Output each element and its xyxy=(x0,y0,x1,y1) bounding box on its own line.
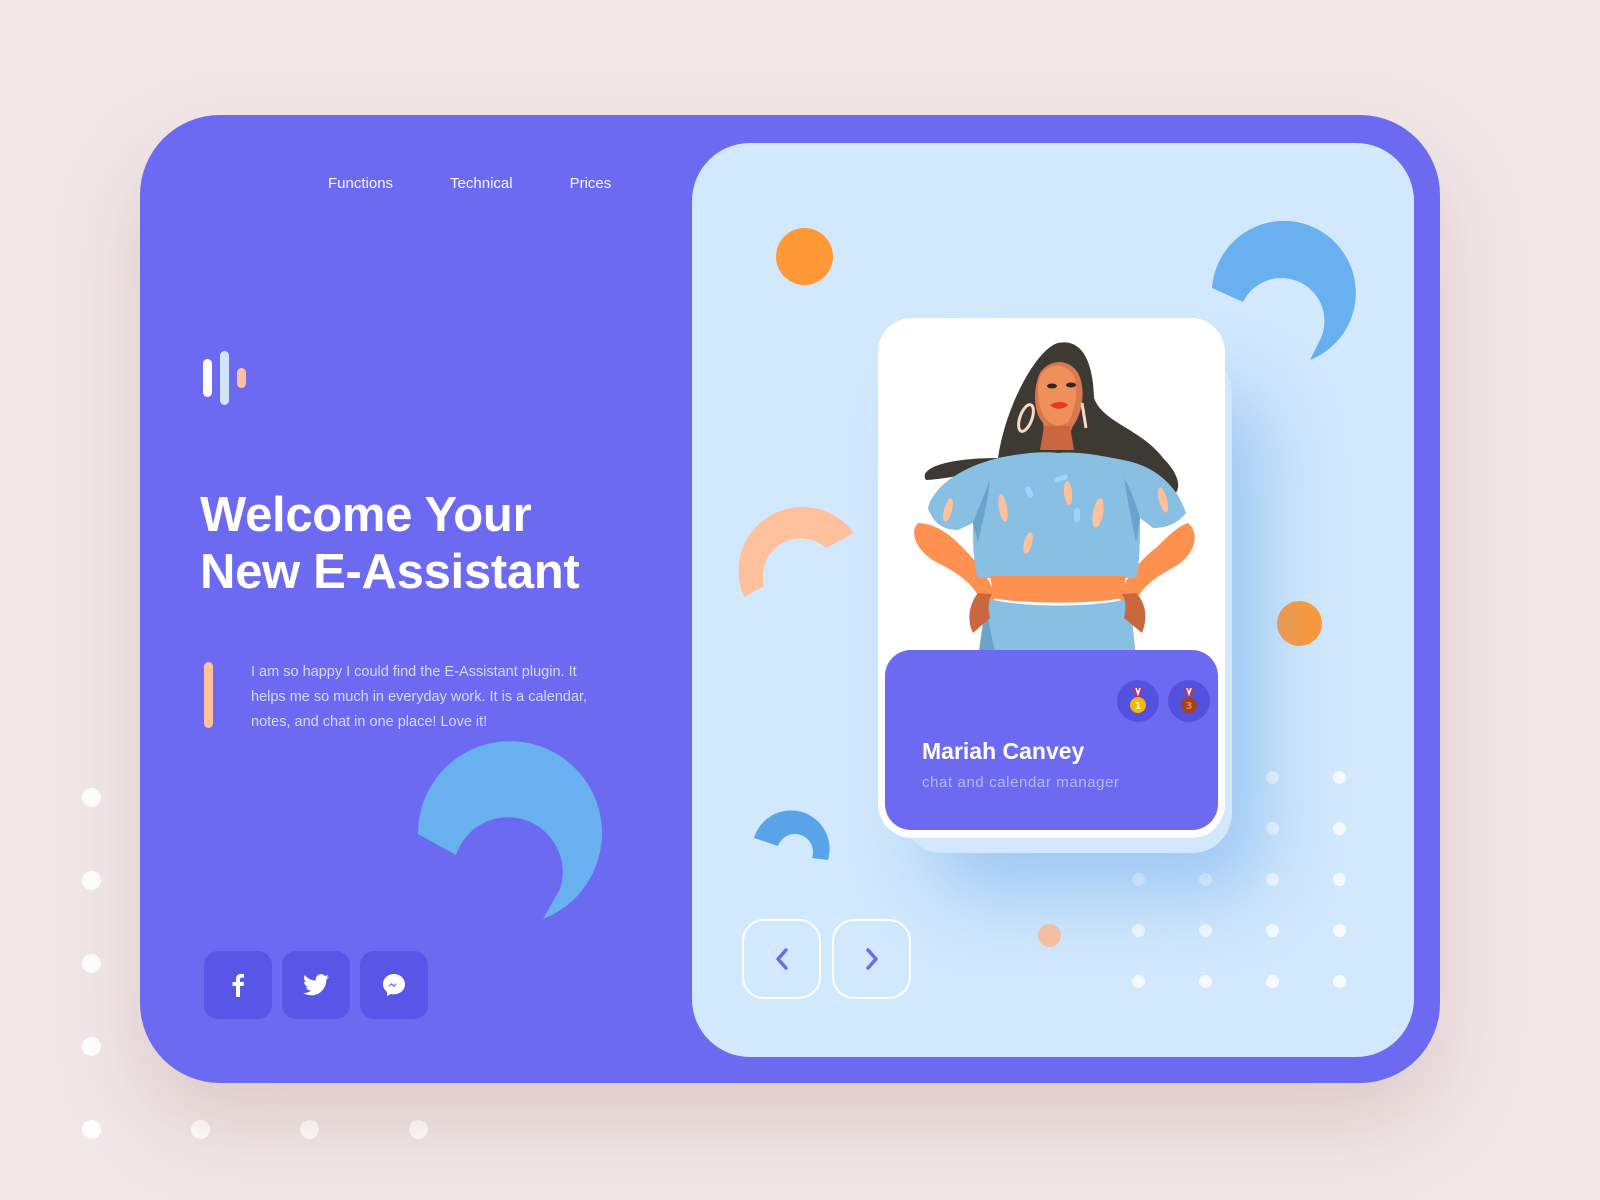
logo-bar xyxy=(237,368,246,388)
grid-dot xyxy=(1333,771,1346,784)
nav-link-prices[interactable]: Prices xyxy=(570,175,612,192)
background-dot xyxy=(300,1120,319,1139)
decorative-blue-arc xyxy=(1212,220,1356,360)
showcase-panel: 1 3 Mariah Canvey chat and calendar mana… xyxy=(692,143,1414,1057)
chevron-right-icon xyxy=(865,948,878,970)
grid-dot xyxy=(1333,975,1346,988)
grid-dot xyxy=(1266,822,1279,835)
quote-accent-bar xyxy=(204,662,213,728)
twitter-icon xyxy=(303,974,329,996)
profile-card: 1 3 Mariah Canvey chat and calendar mana… xyxy=(878,318,1225,838)
grid-dot xyxy=(1266,873,1279,886)
grid-dot xyxy=(1132,975,1145,988)
background-dot xyxy=(82,1120,101,1139)
decorative-peach-arc xyxy=(738,506,854,597)
carousel-pager xyxy=(742,919,911,999)
main-card: Functions Technical Prices Welcome Your … xyxy=(140,115,1440,1083)
grid-dot xyxy=(1132,924,1145,937)
woman-illustration xyxy=(914,342,1195,658)
facebook-icon xyxy=(232,973,244,997)
messenger-icon xyxy=(383,974,405,996)
hero-title-line2: New E-Assistant xyxy=(200,545,580,599)
grid-dot xyxy=(1199,975,1212,988)
decorative-arc xyxy=(417,741,602,919)
profile-role: chat and calendar manager xyxy=(922,774,1120,791)
decorative-arc-fill xyxy=(417,741,602,919)
grid-dot xyxy=(1266,975,1279,988)
nav-link-functions[interactable]: Functions xyxy=(328,175,393,192)
decorative-peach-dot xyxy=(1038,924,1061,947)
testimonial-text: I am so happy I could find the E-Assista… xyxy=(251,664,588,730)
facebook-button[interactable] xyxy=(204,951,272,1019)
background-dot xyxy=(82,954,101,973)
hero-title-line1: Welcome Your xyxy=(200,488,532,542)
previous-button[interactable] xyxy=(742,919,821,999)
sound-bars-logo-icon xyxy=(203,351,253,407)
nav-link-technical[interactable]: Technical xyxy=(450,175,513,192)
grid-dot xyxy=(1132,873,1145,886)
background-dot xyxy=(82,788,101,807)
twitter-button[interactable] xyxy=(282,951,350,1019)
decorative-small-blue-arc xyxy=(754,810,830,860)
logo-bar xyxy=(203,359,212,397)
background-dot xyxy=(82,871,101,890)
svg-text:3: 3 xyxy=(1186,701,1193,712)
top-nav: Functions Technical Prices xyxy=(328,175,611,192)
bronze-medal-badge: 3 xyxy=(1168,680,1210,722)
gold-medal-icon: 1 xyxy=(1130,688,1146,713)
chevron-left-icon xyxy=(775,948,788,970)
background-dot xyxy=(191,1120,210,1139)
hero-title: Welcome Your New E-Assistant xyxy=(200,487,680,601)
svg-text:1: 1 xyxy=(1135,701,1142,712)
profile-name: Mariah Canvey xyxy=(922,738,1085,764)
grid-dot xyxy=(1199,873,1212,886)
messenger-button[interactable] xyxy=(360,951,428,1019)
grid-dot xyxy=(1333,822,1346,835)
profile-info: 1 3 Mariah Canvey chat and calendar mana… xyxy=(885,650,1218,830)
background-dot xyxy=(409,1120,428,1139)
decorative-orange-circle xyxy=(1277,601,1322,646)
next-button[interactable] xyxy=(832,919,911,999)
grid-dot xyxy=(1266,924,1279,937)
grid-dot xyxy=(1199,924,1212,937)
social-links xyxy=(204,951,428,1019)
gold-medal-badge: 1 xyxy=(1117,680,1159,722)
logo-bar xyxy=(220,351,229,405)
badge-list: 1 3 xyxy=(1117,680,1210,722)
background-dot xyxy=(82,1037,101,1056)
grid-dot xyxy=(1333,873,1346,886)
decorative-orange-circle xyxy=(776,228,833,285)
grid-dot xyxy=(1266,771,1279,784)
bronze-medal-icon: 3 xyxy=(1181,688,1197,713)
grid-dot xyxy=(1333,924,1346,937)
